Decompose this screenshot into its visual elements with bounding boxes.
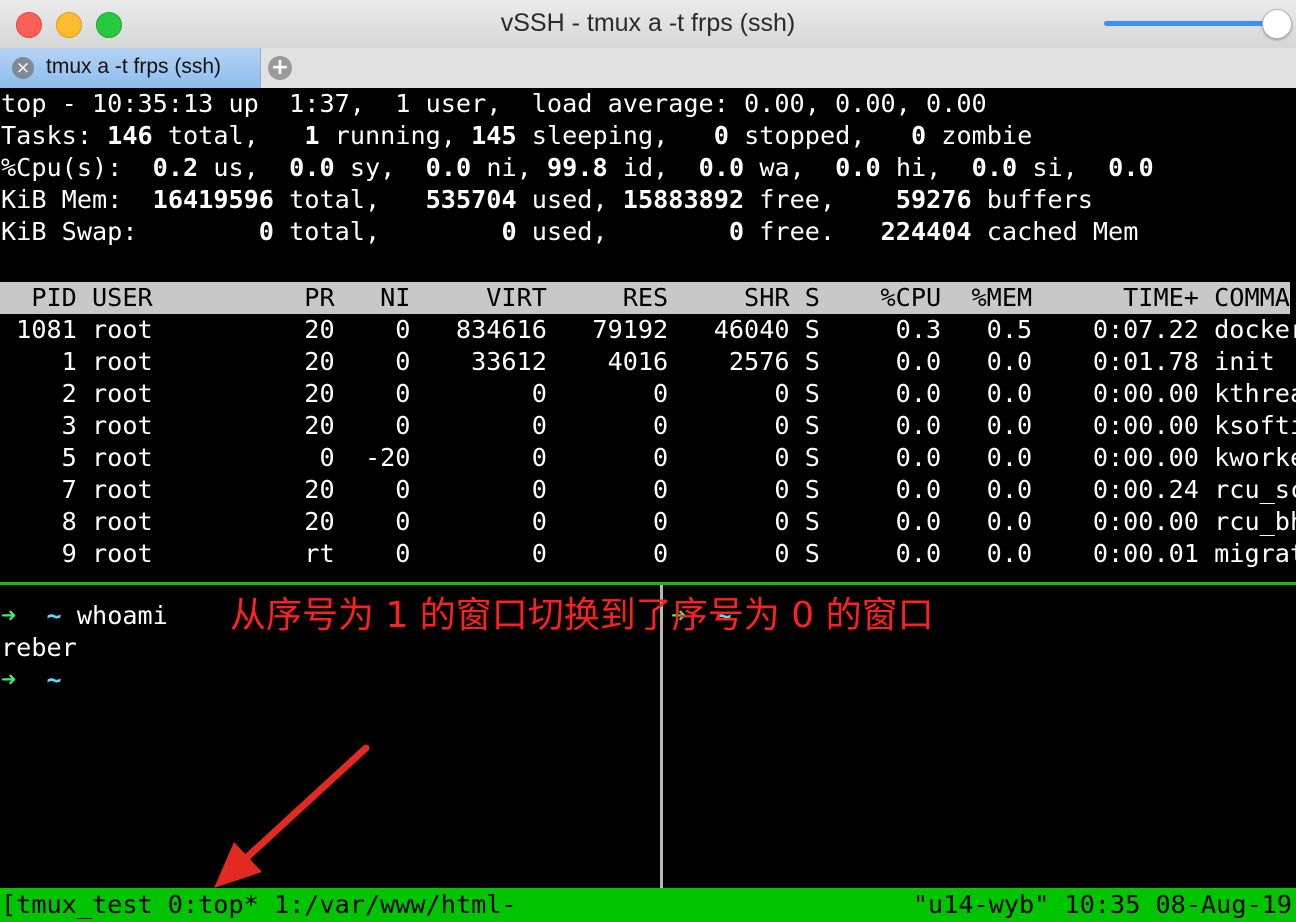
annotation-arrow-icon: [214, 744, 370, 888]
